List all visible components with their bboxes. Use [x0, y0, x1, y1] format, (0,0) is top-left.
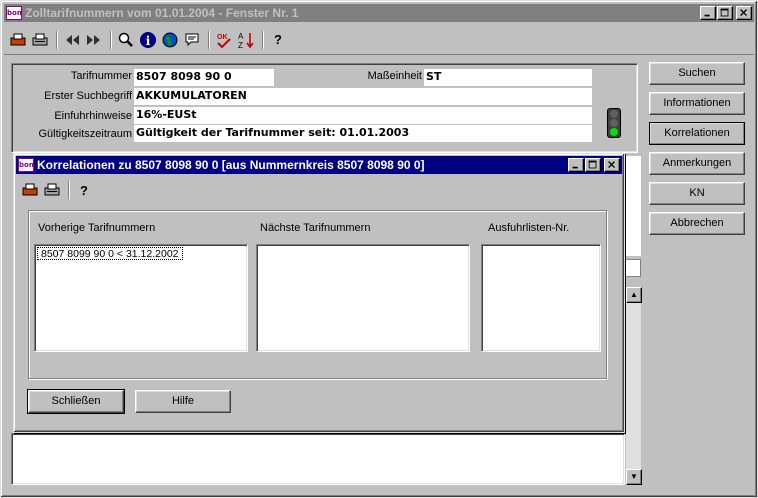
dialog-maximize-button[interactable] — [585, 158, 601, 172]
vorherige-header: Vorherige Tarifnummern — [38, 222, 156, 234]
suchen-button[interactable]: Suchen — [649, 62, 745, 85]
gueltigkeitszeitraum-label: Gültigkeitszeitraum — [38, 128, 132, 140]
traffic-lamp-green — [610, 127, 618, 136]
ok-check-icon[interactable]: OK — [214, 30, 234, 50]
svg-text:i: i — [146, 34, 151, 48]
ausfuhr-header: Ausfuhrlisten-Nr. — [488, 222, 570, 234]
traffic-lamp-red — [610, 110, 618, 119]
toolbar-separator — [56, 30, 58, 49]
korrelationen-button[interactable]: Korrelationen — [649, 122, 745, 145]
background-field — [623, 259, 641, 277]
ausfuhr-list[interactable] — [481, 244, 601, 352]
schliessen-button[interactable]: Schließen — [27, 389, 125, 414]
maximize-button[interactable] — [717, 6, 733, 20]
naechste-header: Nächste Tarifnummern — [260, 222, 371, 234]
toolbar-separator — [262, 30, 264, 49]
main-toolbar: i OK AZ ? — [4, 25, 754, 55]
abbrechen-button[interactable]: Abbrechen — [649, 212, 745, 235]
toolbar-separator — [68, 181, 70, 199]
toolbar-separator — [208, 30, 210, 49]
masseinheit-label: Maßeinheit — [367, 70, 422, 82]
magnifier-icon[interactable] — [116, 30, 136, 50]
korrelationen-dialog: bon Korrelationen zu 8507 8098 90 0 [aus… — [13, 153, 625, 433]
suchbegriff-field[interactable]: AKKUMULATOREN — [134, 88, 592, 105]
suchbegriff-label: Erster Suchbegriff — [44, 90, 132, 102]
fast-forward-icon[interactable] — [84, 30, 104, 50]
scroll-down-icon[interactable]: ▼ — [626, 469, 642, 485]
toolbar-separator — [110, 30, 112, 49]
info-icon[interactable]: i — [138, 30, 158, 50]
informationen-button[interactable]: Informationen — [649, 92, 745, 115]
app-logo-icon: bon — [18, 158, 34, 172]
background-list-area — [623, 156, 641, 256]
list-item[interactable]: 8507 8099 90 0 < 31.12.2002 — [37, 247, 183, 260]
rewind-icon[interactable] — [62, 30, 82, 50]
sort-az-icon[interactable]: AZ — [236, 30, 256, 50]
svg-text:OK: OK — [217, 34, 228, 41]
minimize-icon — [572, 166, 578, 169]
tarifnummer-field[interactable]: 8507 8098 90 0 — [134, 69, 274, 86]
einfuhrhinweise-label: Einfuhrhinweise — [54, 110, 132, 122]
close-icon — [740, 9, 748, 17]
main-window-title: Zolltarifnummern vom 01.01.2004 - Fenste… — [25, 6, 299, 20]
dialog-close-button[interactable] — [604, 158, 620, 172]
help-icon[interactable]: ? — [268, 30, 288, 50]
printer-icon[interactable] — [30, 30, 50, 50]
traffic-light-icon — [607, 108, 621, 138]
hilfe-button[interactable]: Hilfe — [135, 390, 231, 413]
minimize-button[interactable] — [700, 6, 716, 20]
masseinheit-field[interactable]: ST — [424, 69, 592, 86]
app-logo-icon: bon — [6, 6, 22, 20]
kn-button[interactable]: KN — [649, 182, 745, 205]
traffic-lamp-yellow — [610, 118, 618, 127]
tarifnummer-label: Tarifnummer — [70, 70, 132, 82]
main-titlebar[interactable]: bon Zolltarifnummern vom 01.01.2004 - Fe… — [4, 4, 754, 22]
tariff-info-panel: Tarifnummer 8507 8098 90 0 Maßeinheit ST… — [11, 63, 638, 153]
naechste-list[interactable] — [256, 244, 470, 352]
globe-icon[interactable] — [160, 30, 180, 50]
dialog-title: Korrelationen zu 8507 8098 90 0 [aus Num… — [37, 158, 425, 172]
gueltigkeitszeitraum-field[interactable]: Gültigkeit der Tarifnummer seit: 01.01.2… — [134, 125, 592, 142]
speech-bubble-icon[interactable] — [182, 30, 202, 50]
close-window-button[interactable] — [736, 6, 752, 20]
svg-text:Z: Z — [238, 41, 243, 49]
vertical-scrollbar[interactable]: ▲ ▼ — [625, 287, 642, 485]
printer-fax-icon[interactable] — [20, 180, 40, 200]
scroll-up-icon[interactable]: ▲ — [626, 287, 642, 303]
help-icon[interactable]: ? — [74, 180, 94, 200]
vorherige-list[interactable]: 8507 8099 90 0 < 31.12.2002 — [34, 244, 248, 352]
einfuhrhinweise-field[interactable]: 16%-EUSt — [134, 107, 592, 124]
maximize-icon — [588, 160, 597, 169]
minimize-icon — [704, 14, 710, 17]
dialog-titlebar[interactable]: bon Korrelationen zu 8507 8098 90 0 [aus… — [16, 156, 622, 174]
dialog-toolbar: ? — [16, 177, 622, 203]
anmerkungen-button[interactable]: Anmerkungen — [649, 152, 745, 175]
close-icon — [608, 161, 616, 169]
printer-fax-icon[interactable] — [8, 30, 28, 50]
dialog-minimize-button[interactable] — [568, 158, 584, 172]
maximize-icon — [720, 8, 729, 17]
svg-text:A: A — [238, 32, 244, 41]
printer-icon[interactable] — [42, 180, 62, 200]
main-window: bon Zolltarifnummern vom 01.01.2004 - Fe… — [0, 0, 758, 498]
bottom-text-pane[interactable] — [11, 433, 625, 485]
